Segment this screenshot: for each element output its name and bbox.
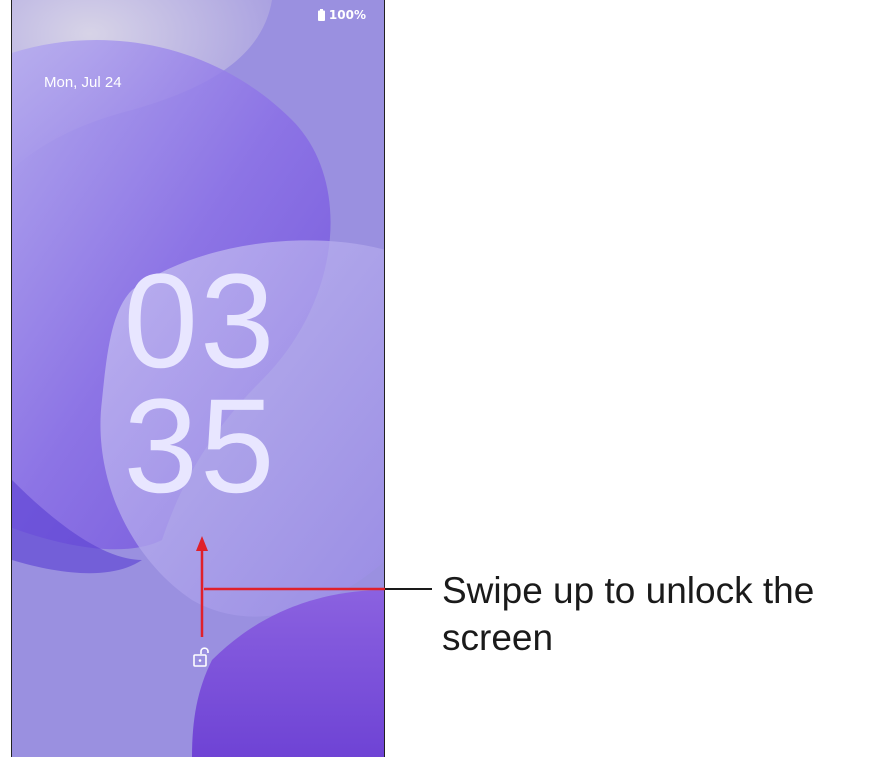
battery-full-icon bbox=[317, 9, 325, 21]
phone-lock-screen[interactable]: 100% Mon, Jul 24 03 35 bbox=[11, 0, 385, 757]
battery-level: 100% bbox=[328, 8, 366, 22]
unlock-icon[interactable] bbox=[192, 647, 212, 669]
status-bar: 100% bbox=[317, 8, 366, 22]
page: 100% Mon, Jul 24 03 35 Swipe up to unloc… bbox=[0, 0, 880, 757]
lock-screen-date: Mon, Jul 24 bbox=[44, 74, 122, 91]
annotation-caption: Swipe up to unlock the screen bbox=[442, 570, 815, 658]
clock-hour: 03 bbox=[123, 247, 277, 396]
clock-minute: 35 bbox=[123, 372, 277, 521]
